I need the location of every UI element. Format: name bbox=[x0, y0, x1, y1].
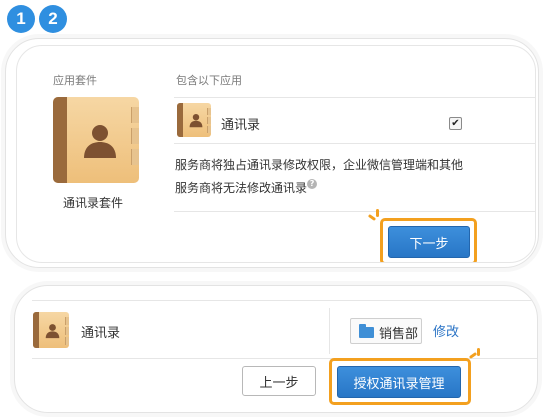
app-name: 通讯录 bbox=[221, 118, 261, 133]
step2-panel: 通讯录 销售部 修改 上一步 授权通讯录管理 bbox=[14, 285, 538, 413]
step-badge-1: 1 bbox=[7, 5, 35, 33]
step1-inner-panel: 应用套件 包含以下应用 通讯录套件 通讯录 ✔ 服务商将独占通讯录修改权限，企业… bbox=[16, 45, 536, 263]
edit-department-link[interactable]: 修改 bbox=[433, 321, 459, 340]
step2-top-divider bbox=[32, 300, 537, 301]
address-book-app-icon bbox=[177, 103, 211, 137]
address-book-suite-icon bbox=[53, 97, 139, 183]
next-step-button[interactable]: 下一步 bbox=[388, 226, 470, 258]
address-book-app-icon-step2 bbox=[33, 312, 69, 348]
help-icon[interactable]: ? bbox=[307, 179, 318, 189]
description-line-2: 服务商将无法修改通讯录? bbox=[175, 177, 463, 200]
app-name-step2: 通讯录 bbox=[81, 326, 121, 341]
suite-name: 通讯录套件 bbox=[63, 196, 124, 210]
highlight-spark-1 bbox=[367, 213, 377, 222]
authorize-address-book-button[interactable]: 授权通讯录管理 bbox=[337, 366, 461, 398]
description-line-1: 服务商将独占通讯录修改权限，企业微信管理端和其他 bbox=[175, 158, 464, 172]
permission-description: 服务商将独占通讯录修改权限，企业微信管理端和其他 服务商将无法修改通讯录? bbox=[175, 154, 463, 200]
app-row-bottom-divider bbox=[174, 143, 535, 144]
previous-step-button[interactable]: 上一步 bbox=[242, 366, 316, 396]
step-badge-2: 2 bbox=[39, 5, 67, 33]
suite-column-label: 应用套件 bbox=[53, 74, 97, 87]
app-checkbox[interactable]: ✔ bbox=[449, 117, 462, 130]
department-tag: 销售部 bbox=[350, 318, 422, 344]
department-name: 销售部 bbox=[379, 327, 419, 342]
apps-column-label: 包含以下应用 bbox=[176, 74, 242, 87]
highlight-spark-4 bbox=[477, 348, 480, 356]
app-row-top-divider bbox=[174, 97, 535, 98]
highlight-spark-2 bbox=[376, 209, 379, 217]
folder-icon bbox=[359, 324, 374, 338]
step2-vertical-separator bbox=[329, 308, 330, 354]
step1-panel: 应用套件 包含以下应用 通讯录套件 通讯录 ✔ 服务商将独占通讯录修改权限，企业… bbox=[5, 38, 539, 268]
description-bottom-divider bbox=[174, 211, 535, 212]
